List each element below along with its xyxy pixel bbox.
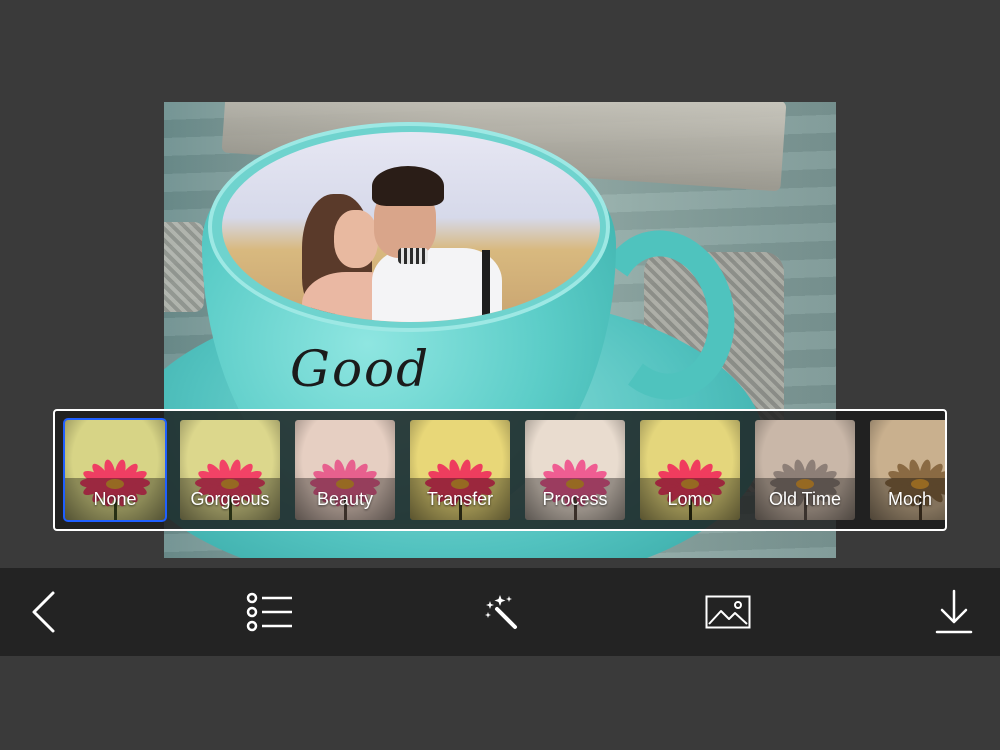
filter-label: Lomo xyxy=(640,478,740,520)
image-button[interactable] xyxy=(700,586,756,638)
man-suspender xyxy=(482,250,490,322)
list-icon xyxy=(246,592,292,632)
back-icon xyxy=(32,591,55,633)
filter-strip[interactable]: None Gorgeous Beauty Transfer Process Lomo Old… xyxy=(53,409,947,531)
filter-list: None Gorgeous Beauty Transfer Process Lomo Old… xyxy=(63,418,945,522)
filter-label: Old Time xyxy=(755,478,855,520)
magic-wand-icon xyxy=(485,595,517,629)
photo-frame-inside-cup xyxy=(222,132,600,322)
filter-label: Gorgeous xyxy=(180,478,280,520)
filter-label: Transfer xyxy=(410,478,510,520)
download-icon xyxy=(935,589,973,634)
man-hair xyxy=(372,166,444,206)
filter-moch[interactable]: Moch xyxy=(870,420,945,520)
filter-transfer[interactable]: Transfer xyxy=(410,420,510,520)
download-button[interactable] xyxy=(926,586,982,638)
filter-gorgeous[interactable]: Gorgeous xyxy=(180,420,280,520)
man-bow-tie xyxy=(398,248,428,264)
filter-process[interactable]: Process xyxy=(525,420,625,520)
woman-face xyxy=(334,210,378,268)
filter-label: Process xyxy=(525,478,625,520)
magic-wand-button[interactable] xyxy=(472,586,528,638)
filter-beauty[interactable]: Beauty xyxy=(295,420,395,520)
bottom-toolbar xyxy=(0,568,1000,656)
image-icon xyxy=(705,595,751,629)
filter-old-time[interactable]: Old Time xyxy=(755,420,855,520)
filter-label: Moch xyxy=(870,478,945,520)
filter-lomo[interactable]: Lomo xyxy=(640,420,740,520)
cup-lettering: Good xyxy=(290,340,431,398)
doily-left xyxy=(164,222,204,312)
filter-none[interactable]: None xyxy=(63,418,167,522)
back-button[interactable] xyxy=(16,586,72,638)
list-button[interactable] xyxy=(242,586,298,638)
filter-label: None xyxy=(65,478,165,520)
filter-label: Beauty xyxy=(295,478,395,520)
